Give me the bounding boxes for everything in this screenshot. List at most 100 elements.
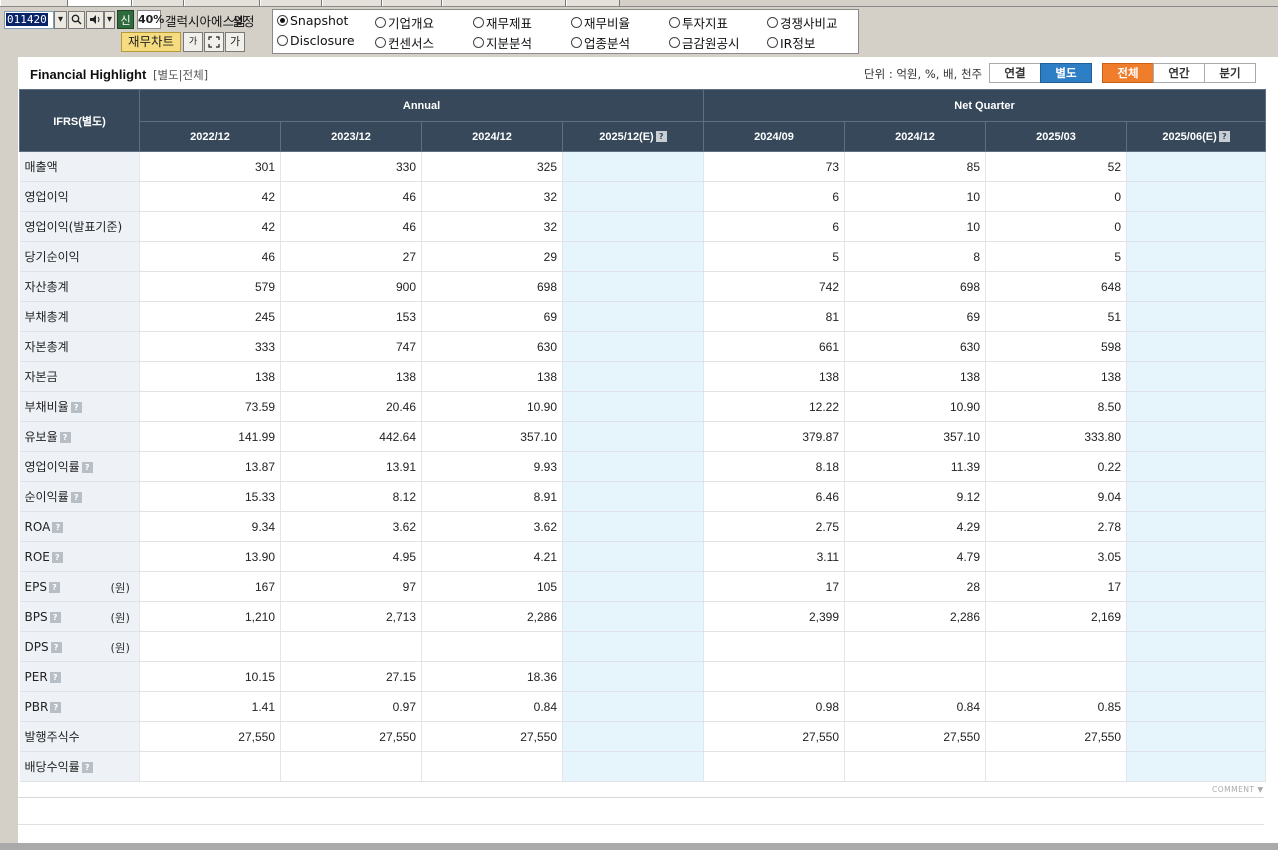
row-label: 영업이익률? <box>19 451 140 482</box>
help-icon[interactable]: ? <box>49 611 61 623</box>
table-cell: 10 <box>844 181 987 212</box>
table-cell <box>1126 481 1267 512</box>
table-cell <box>1126 361 1267 392</box>
help-icon[interactable]: ? <box>50 641 62 653</box>
radio-peer-comparison[interactable]: 경쟁사비교 <box>767 13 838 32</box>
top-tab-active[interactable] <box>68 0 132 6</box>
table-cell <box>562 271 705 302</box>
toggle-annual[interactable]: 연간 <box>1153 63 1205 83</box>
radio-dot <box>473 37 484 48</box>
column-header: 2025/03 <box>985 121 1128 152</box>
speaker-icon[interactable] <box>86 11 104 29</box>
table-cell: 27,550 <box>844 721 987 752</box>
help-icon[interactable]: ? <box>59 432 71 443</box>
row-label: DPS? (원) <box>19 631 140 662</box>
table-cell <box>562 391 705 422</box>
table-row: 자본총계 333 747 630 661 630 598 <box>19 331 1267 362</box>
table-cell <box>703 751 846 782</box>
table-cell: 3.62 <box>421 511 563 542</box>
top-tab[interactable] <box>0 0 68 6</box>
table-cell <box>1126 511 1267 542</box>
font-decrease-button[interactable]: 가 <box>183 32 203 52</box>
radio-consensus[interactable]: 컨센서스 <box>375 33 434 52</box>
top-tab[interactable] <box>442 0 566 6</box>
expand-icon[interactable] <box>204 32 224 52</box>
table-cell: 13.90 <box>139 541 281 572</box>
row-label-text: 영업이익률 <box>24 460 80 474</box>
radio-financial-ratios[interactable]: 재무비율 <box>571 13 630 32</box>
radio-snapshot[interactable]: Snapshot <box>277 13 348 28</box>
radio-disclosure[interactable]: Disclosure <box>277 33 355 48</box>
top-tab[interactable] <box>184 0 260 6</box>
help-icon[interactable]: ? <box>50 701 62 713</box>
table-cell: 747 <box>280 331 422 362</box>
top-tab[interactable] <box>322 0 382 6</box>
table-cell <box>421 751 563 782</box>
help-icon[interactable]: ? <box>51 551 63 563</box>
toggle-consolidated[interactable]: 연결 <box>989 63 1041 83</box>
column-header-label: 2023/12 <box>331 130 371 143</box>
help-icon[interactable]: ? <box>48 581 60 593</box>
help-icon[interactable]: ? <box>81 462 93 473</box>
settings-link[interactable]: 설정 <box>232 14 255 29</box>
row-label: EPS? (원) <box>19 571 140 602</box>
table-cell: 17 <box>703 571 846 602</box>
comment-toggle[interactable]: COMMENT ▼ <box>1212 785 1264 794</box>
help-icon[interactable]: ? <box>70 492 82 503</box>
code-dropdown-button[interactable]: ▾ <box>54 11 67 29</box>
table-cell: 6.46 <box>703 481 846 512</box>
radio-ir-info[interactable]: IR정보 <box>767 33 815 52</box>
table-cell: 10 <box>844 211 987 242</box>
table-cell: 4.95 <box>280 541 422 572</box>
table-cell: 4.29 <box>844 511 987 542</box>
table-cell <box>1126 631 1267 662</box>
row-label: 부채총계 <box>19 301 140 332</box>
table-row: BPS? (원) 1,210 2,713 2,286 2,399 2,286 2,169 <box>19 601 1267 632</box>
radio-financial-statements[interactable]: 재무제표 <box>473 13 532 32</box>
help-icon[interactable]: ? <box>1218 130 1230 142</box>
table-cell: 138 <box>844 361 987 392</box>
table-cell: 6 <box>703 181 846 212</box>
speaker-dropdown-button[interactable]: ▾ <box>104 11 115 29</box>
search-icon[interactable] <box>68 11 85 29</box>
table-cell <box>562 211 705 242</box>
bottom-scrollbar[interactable] <box>0 843 1278 850</box>
radio-industry-analysis[interactable]: 업종분석 <box>571 33 630 52</box>
table-cell: 0.22 <box>985 451 1128 482</box>
radio-label: 금감원공시 <box>682 36 740 51</box>
help-icon[interactable]: ? <box>655 130 667 142</box>
comment-label: COMMENT <box>1212 785 1255 794</box>
font-increase-button[interactable]: 가 <box>225 32 245 52</box>
radio-company-overview[interactable]: 기업개요 <box>375 13 434 32</box>
top-tab[interactable] <box>566 0 620 6</box>
top-tab[interactable] <box>132 0 184 6</box>
radio-investment-indicators[interactable]: 투자지표 <box>669 13 728 32</box>
financial-table: IFRS(별도) Annual Net Quarter 2022/12 2023/… <box>19 89 1267 782</box>
table-cell: 3.05 <box>985 541 1128 572</box>
radio-fss-disclosure[interactable]: 금감원공시 <box>669 33 740 52</box>
help-icon[interactable]: ? <box>81 762 93 773</box>
toggle-quarter[interactable]: 분기 <box>1204 63 1256 83</box>
table-cell <box>562 511 705 542</box>
table-row: 당기순이익 46 27 29 5 8 5 <box>19 241 1267 272</box>
toggle-separate[interactable]: 별도 <box>1040 63 1092 83</box>
chevron-down-icon: ▼ <box>1257 785 1264 794</box>
financial-chart-button[interactable]: 재무차트 <box>121 32 181 52</box>
help-icon[interactable]: ? <box>52 521 64 533</box>
radio-ownership-analysis[interactable]: 지분분석 <box>473 33 532 52</box>
help-icon[interactable]: ? <box>49 671 61 683</box>
table-cell <box>1126 301 1267 332</box>
table-cell: 167 <box>139 571 281 602</box>
table-cell: 27.15 <box>280 661 422 692</box>
top-tab[interactable] <box>382 0 442 6</box>
help-icon[interactable]: ? <box>70 402 82 413</box>
top-tab[interactable] <box>260 0 322 6</box>
stock-code-input[interactable]: 011420 <box>4 11 54 29</box>
table-cell: 8.12 <box>280 481 422 512</box>
toggle-all[interactable]: 전체 <box>1102 63 1154 83</box>
credit-badge: 신 <box>117 10 134 29</box>
table-cell: 46 <box>280 211 422 242</box>
table-cell: 138 <box>421 361 563 392</box>
table-cell: 333.80 <box>985 421 1128 452</box>
table-row: 유보율? 141.99 442.64 357.10 379.87 357.10 333.80 <box>19 421 1267 452</box>
